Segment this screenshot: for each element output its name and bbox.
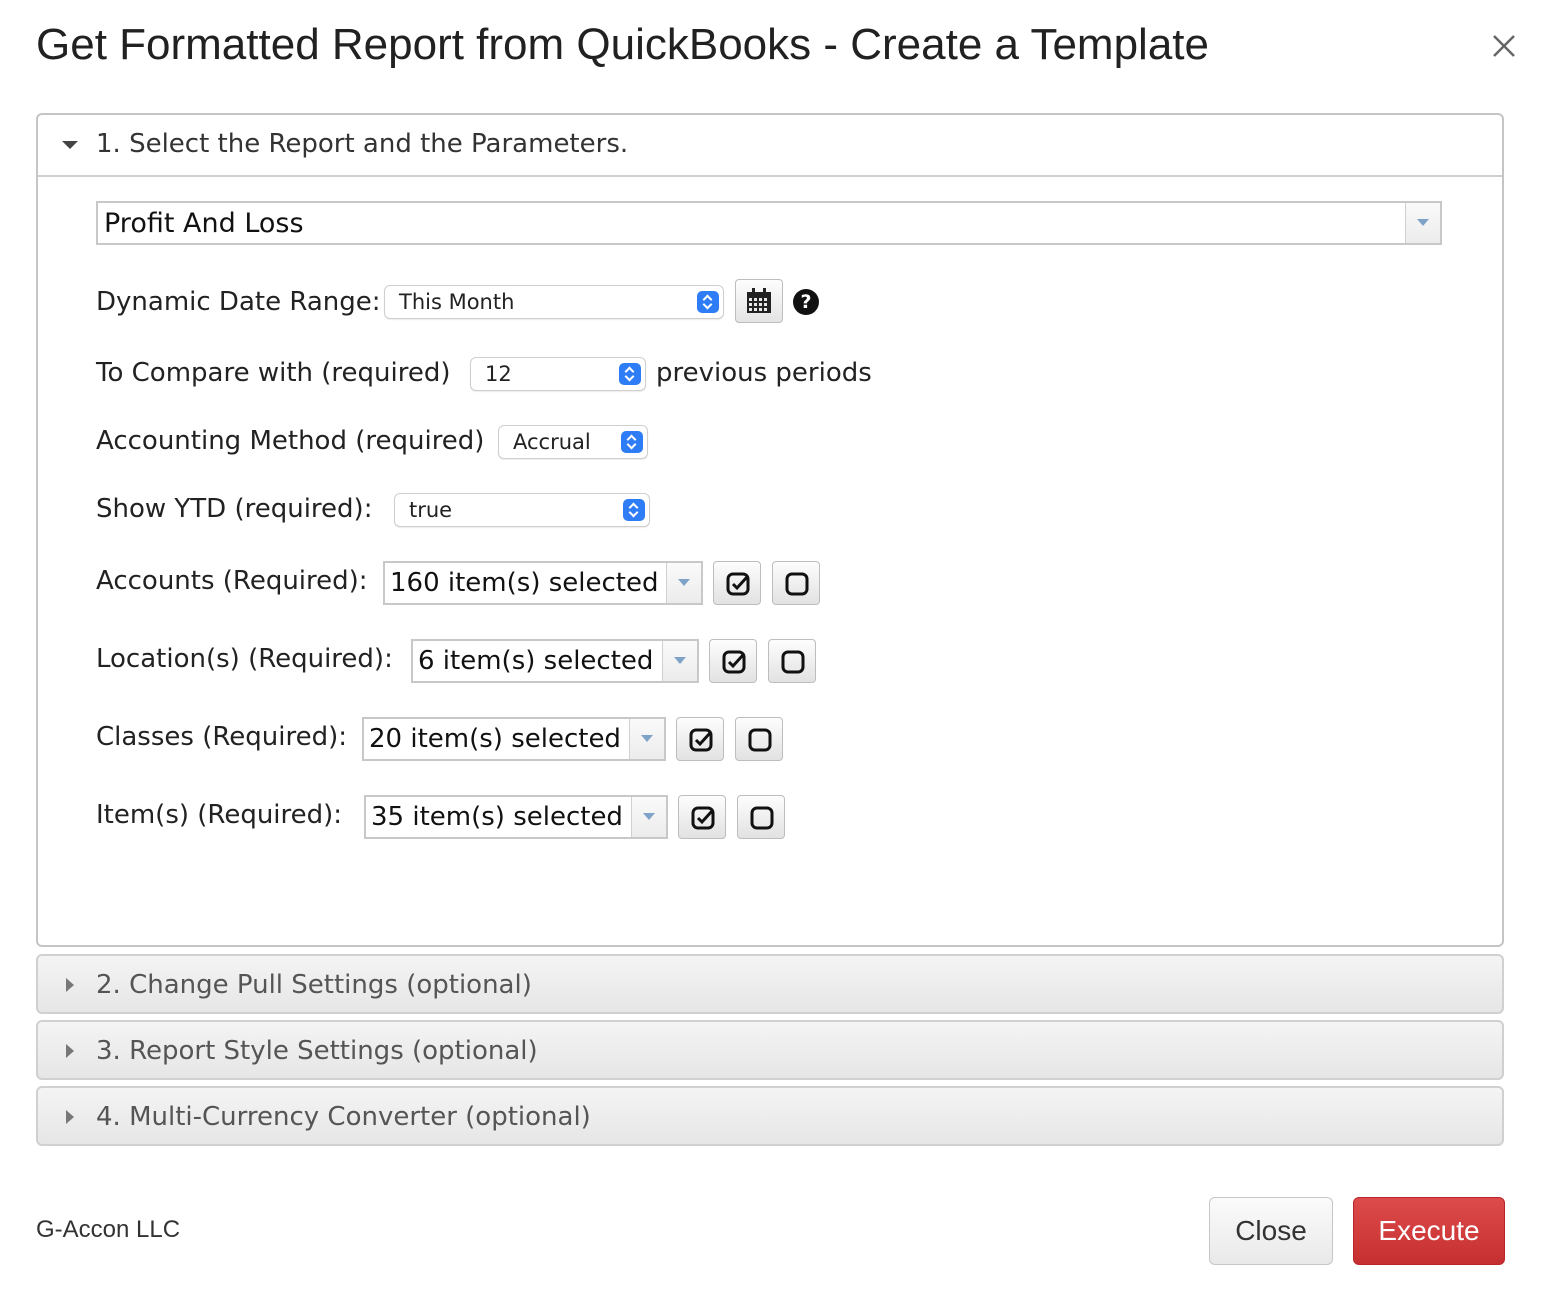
date-range-label: Dynamic Date Range: xyxy=(96,287,381,317)
select-arrows-icon xyxy=(621,431,643,453)
classes-multiselect[interactable]: 20 item(s) selected xyxy=(362,717,666,761)
show-ytd-value: true xyxy=(409,498,453,522)
date-range-select[interactable]: This Month xyxy=(384,285,724,319)
locations-value: 6 item(s) selected xyxy=(418,646,654,676)
check-square-icon xyxy=(689,728,713,752)
chevron-down-icon[interactable] xyxy=(666,563,701,603)
section-title-3: 3. Report Style Settings (optional) xyxy=(96,1036,538,1066)
accounting-method-value: Accrual xyxy=(513,430,591,454)
square-icon xyxy=(748,728,772,752)
check-square-icon xyxy=(691,806,715,830)
accounts-clear-button[interactable] xyxy=(772,561,820,605)
caret-right-icon xyxy=(66,1110,74,1124)
section-title-4: 4. Multi-Currency Converter (optional) xyxy=(96,1102,591,1132)
items-value: 35 item(s) selected xyxy=(371,802,623,832)
compare-label: To Compare with (required) xyxy=(96,358,451,388)
calendar-button[interactable] xyxy=(735,279,783,323)
help-icon[interactable]: ? xyxy=(793,289,819,315)
section-title-2: 2. Change Pull Settings (optional) xyxy=(96,970,532,1000)
caret-right-icon xyxy=(66,1044,74,1058)
report-combo-value: Profit And Loss xyxy=(104,208,304,239)
accounting-method-label: Accounting Method (required) xyxy=(96,426,485,456)
chevron-down-icon[interactable] xyxy=(629,719,664,759)
close-button[interactable]: Close xyxy=(1209,1197,1333,1265)
section-title-1: 1. Select the Report and the Parameters. xyxy=(96,129,629,159)
close-icon[interactable] xyxy=(1486,28,1522,64)
locations-clear-button[interactable] xyxy=(768,639,816,683)
section-report-style[interactable]: 3. Report Style Settings (optional) xyxy=(36,1020,1504,1080)
classes-clear-button[interactable] xyxy=(735,717,783,761)
square-icon xyxy=(785,572,809,596)
execute-button[interactable]: Execute xyxy=(1353,1197,1505,1265)
accounting-method-select[interactable]: Accrual xyxy=(498,425,648,459)
compare-select[interactable]: 12 xyxy=(470,357,646,391)
compare-value: 12 xyxy=(485,362,512,386)
section-header-1[interactable]: 1. Select the Report and the Parameters. xyxy=(38,115,1502,177)
section-pull-settings[interactable]: 2. Change Pull Settings (optional) xyxy=(36,954,1504,1014)
calendar-icon xyxy=(747,288,771,313)
items-label: Item(s) (Required): xyxy=(96,800,343,830)
square-icon xyxy=(750,806,774,830)
classes-value: 20 item(s) selected xyxy=(369,724,621,754)
accounts-select-all-button[interactable] xyxy=(713,561,761,605)
locations-label: Location(s) (Required): xyxy=(96,644,393,674)
company-name: G-Accon LLC xyxy=(36,1216,181,1243)
compare-suffix: previous periods xyxy=(656,358,872,388)
dialog-title: Get Formatted Report from QuickBooks - C… xyxy=(36,20,1209,69)
chevron-down-icon[interactable] xyxy=(631,797,666,837)
select-arrows-icon xyxy=(619,363,641,385)
select-arrows-icon xyxy=(697,291,719,313)
items-clear-button[interactable] xyxy=(737,795,785,839)
select-arrows-icon xyxy=(623,499,645,521)
locations-multiselect[interactable]: 6 item(s) selected xyxy=(411,639,699,683)
accounts-multiselect[interactable]: 160 item(s) selected xyxy=(383,561,703,605)
classes-select-all-button[interactable] xyxy=(676,717,724,761)
section-select-report: 1. Select the Report and the Parameters.… xyxy=(36,113,1504,947)
check-square-icon xyxy=(726,572,750,596)
dialog: Get Formatted Report from QuickBooks - C… xyxy=(0,0,1568,1306)
items-select-all-button[interactable] xyxy=(678,795,726,839)
accounts-value: 160 item(s) selected xyxy=(390,568,659,598)
caret-right-icon xyxy=(66,978,74,992)
items-multiselect[interactable]: 35 item(s) selected xyxy=(364,795,668,839)
caret-down-icon xyxy=(62,141,78,149)
square-icon xyxy=(781,650,805,674)
check-square-icon xyxy=(722,650,746,674)
classes-label: Classes (Required): xyxy=(96,722,347,752)
show-ytd-select[interactable]: true xyxy=(394,493,650,527)
date-range-value: This Month xyxy=(399,290,515,314)
report-combo[interactable]: Profit And Loss xyxy=(96,201,1442,245)
chevron-down-icon[interactable] xyxy=(662,641,697,681)
locations-select-all-button[interactable] xyxy=(709,639,757,683)
accounts-label: Accounts (Required): xyxy=(96,566,368,596)
show-ytd-label: Show YTD (required): xyxy=(96,494,373,524)
section-multi-currency[interactable]: 4. Multi-Currency Converter (optional) xyxy=(36,1086,1504,1146)
chevron-down-icon[interactable] xyxy=(1405,203,1440,243)
